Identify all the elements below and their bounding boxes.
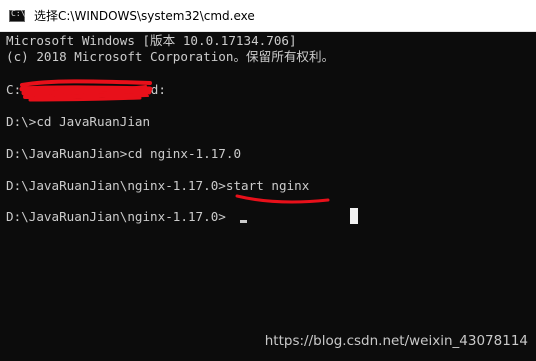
cd-command-line: D:\>cd JavaRuanJian <box>6 114 151 129</box>
terminal-output[interactable]: Microsoft Windows [版本 10.0.17134.706] (c… <box>0 32 536 361</box>
text-cursor <box>240 220 247 223</box>
title-bar[interactable]: C:\ 选择C:\WINDOWS\system32\cmd.exe <box>0 0 536 32</box>
start-nginx-line: D:\JavaRuanJian\nginx-1.17.0>start nginx <box>6 178 309 194</box>
start-nginx-command: start nginx <box>225 178 310 193</box>
version-line: Microsoft Windows [版本 10.0.17134.706] <box>6 33 297 48</box>
start-prompt: D:\JavaRuanJian\nginx-1.17.0> <box>6 178 226 193</box>
c-drive-prompt-line: C: >d: <box>6 82 166 98</box>
cmd-icon: C:\ <box>9 9 25 22</box>
selection-block-cursor <box>350 208 358 224</box>
change-drive-command: >d: <box>143 82 166 97</box>
current-prompt-line: D:\JavaRuanJian\nginx-1.17.0> <box>6 209 226 224</box>
cd-nginx-command-line: D:\JavaRuanJian>cd nginx-1.17.0 <box>6 146 242 161</box>
window-title: 选择C:\WINDOWS\system32\cmd.exe <box>34 9 255 23</box>
cmd-window: C:\ 选择C:\WINDOWS\system32\cmd.exe Micros… <box>0 0 536 361</box>
c-drive-prompt: C: <box>6 82 22 97</box>
copyright-line: (c) 2018 Microsoft Corporation。保留所有权利。 <box>6 49 335 64</box>
watermark: https://blog.csdn.net/weixin_43078114 <box>264 333 528 349</box>
start-nginx-underline <box>235 194 330 204</box>
